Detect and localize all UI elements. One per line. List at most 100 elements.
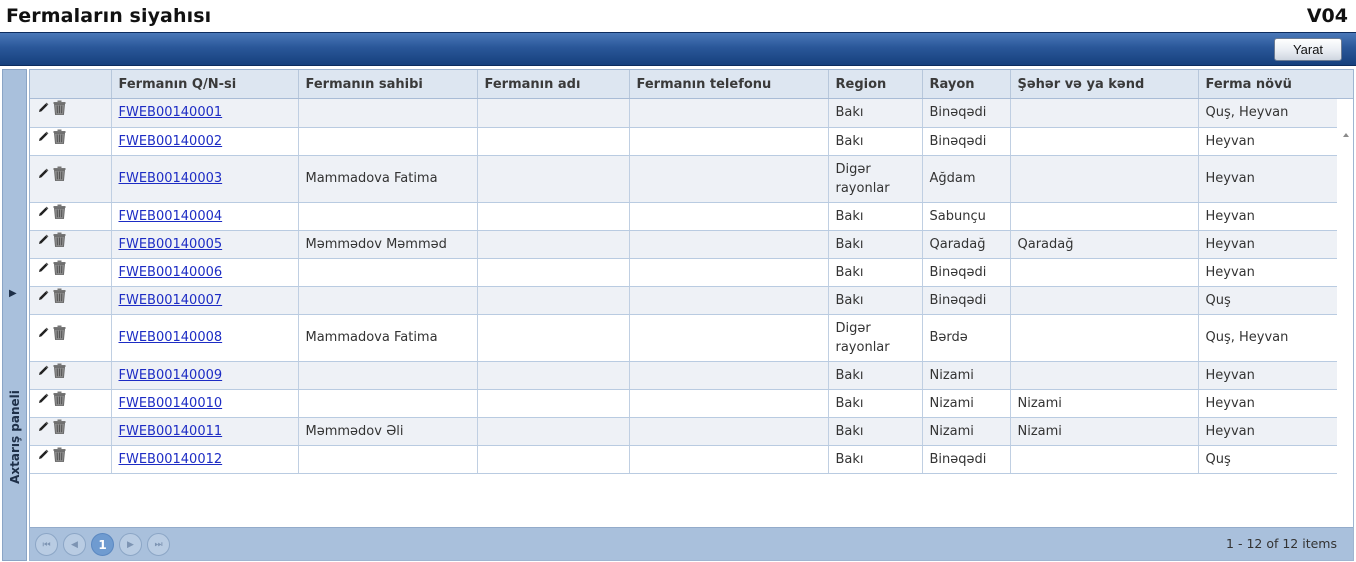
table-row: FWEB00140010 Bakı Nizami Nizami Heyvan	[30, 389, 1337, 418]
qn-cell: FWEB00140011	[110, 417, 298, 446]
farm-qn-link[interactable]: FWEB00140004	[119, 209, 223, 224]
first-page-icon: ⏮	[42, 539, 51, 550]
settlement-cell	[1009, 314, 1198, 362]
settlement-cell	[1009, 258, 1198, 287]
table-row: FWEB00140003 Mammadova Fatima Digər rayonl…	[30, 155, 1337, 203]
edit-icon[interactable]	[38, 131, 49, 142]
farm-qn-link[interactable]: FWEB00140012	[119, 452, 223, 467]
region-cell: Bakı	[827, 361, 922, 390]
settlement-cell: Nizami	[1009, 389, 1198, 418]
delete-icon[interactable]	[53, 363, 66, 378]
farm-qn-link[interactable]: FWEB00140010	[119, 396, 223, 411]
farm-qn-link[interactable]: FWEB00140008	[119, 330, 223, 345]
actions-cell	[30, 314, 111, 362]
create-button[interactable]: Yarat	[1274, 38, 1342, 61]
column-header[interactable]	[30, 70, 111, 98]
edit-icon[interactable]	[38, 102, 49, 113]
column-header[interactable]: Fermanın adı	[476, 70, 629, 98]
farm-name-cell	[476, 286, 629, 315]
owner-cell: Məmmədov Məmməd	[297, 230, 477, 259]
edit-icon[interactable]	[38, 234, 49, 245]
delete-icon[interactable]	[53, 325, 66, 340]
phone-cell	[628, 417, 828, 446]
edit-icon[interactable]	[38, 365, 49, 376]
farm-name-cell	[476, 417, 629, 446]
table-row: FWEB00140008 Mammadova Fatima Digər rayonl…	[30, 314, 1337, 362]
farm-qn-link[interactable]: FWEB00140005	[119, 237, 223, 252]
delete-icon[interactable]	[53, 288, 66, 303]
delete-icon[interactable]	[53, 260, 66, 275]
edit-icon[interactable]	[38, 168, 49, 179]
last-page-icon: ⏭	[154, 539, 163, 550]
edit-icon[interactable]	[38, 206, 49, 217]
rayon-cell: Binəqədi	[921, 258, 1010, 287]
delete-icon[interactable]	[53, 166, 66, 181]
column-header[interactable]: Region	[827, 70, 922, 98]
page-title: Fermaların siyahısı	[6, 5, 212, 27]
column-header[interactable]: Rayon	[921, 70, 1010, 98]
edit-icon[interactable]	[38, 327, 49, 338]
farm-qn-link[interactable]: FWEB00140007	[119, 293, 223, 308]
actions-cell	[30, 99, 111, 128]
rayon-cell: Binəqədi	[921, 445, 1010, 474]
delete-icon[interactable]	[53, 129, 66, 144]
farm-name-cell	[476, 127, 629, 156]
delete-icon[interactable]	[53, 100, 66, 116]
farm-qn-link[interactable]: FWEB00140003	[119, 171, 223, 186]
owner-cell	[297, 389, 477, 418]
delete-icon[interactable]	[53, 447, 66, 462]
farm-qn-link[interactable]: FWEB00140006	[119, 265, 223, 280]
last-page-button[interactable]: ⏭	[147, 533, 170, 556]
actions-cell	[30, 127, 111, 156]
scroll-up-arrow-icon[interactable]	[1343, 133, 1349, 137]
delete-icon[interactable]	[53, 232, 66, 247]
table-row: FWEB00140007 Bakı Binəqədi Quş	[30, 286, 1337, 315]
page-code: V04	[1306, 5, 1348, 27]
farm-qn-link[interactable]: FWEB00140002	[119, 134, 223, 149]
expand-arrow-icon: ▶	[9, 288, 17, 299]
column-header[interactable]: Fermanın telefonu	[628, 70, 828, 98]
rayon-cell: Qaradağ	[921, 230, 1010, 259]
settlement-cell	[1009, 445, 1198, 474]
farm-qn-link[interactable]: FWEB00140001	[119, 105, 223, 120]
actions-cell	[30, 230, 111, 259]
first-page-button[interactable]: ⏮	[35, 533, 58, 556]
farm-name-cell	[476, 230, 629, 259]
column-header[interactable]: Ferma növü	[1197, 70, 1353, 98]
region-cell: Bakı	[827, 127, 922, 156]
table-row: FWEB00140011 Məmmədov Əli Bakı Nizami Nizami…	[30, 417, 1337, 446]
column-header[interactable]: Fermanın sahibi	[297, 70, 477, 98]
edit-icon[interactable]	[38, 262, 49, 273]
farm-name-cell	[476, 445, 629, 474]
delete-icon[interactable]	[53, 391, 66, 406]
farm-name-cell	[476, 155, 629, 203]
farm-qn-link[interactable]: FWEB00140009	[119, 368, 223, 383]
column-header[interactable]: Fermanın Q/N-si	[110, 70, 298, 98]
column-header[interactable]: Şəhər və ya kənd	[1009, 70, 1198, 98]
qn-cell: FWEB00140008	[110, 314, 298, 362]
edit-icon[interactable]	[38, 421, 49, 432]
table-row: FWEB00140004 Bakı Sabunçu Heyvan	[30, 202, 1337, 231]
delete-icon[interactable]	[53, 204, 66, 219]
search-panel-toggle[interactable]: ▶ Axtarış paneli	[2, 69, 27, 561]
owner-cell: Mammadova Fatima	[297, 314, 477, 362]
farm-qn-link[interactable]: FWEB00140011	[119, 424, 223, 439]
settlement-cell	[1009, 99, 1198, 128]
edit-icon[interactable]	[38, 449, 49, 460]
rayon-cell: Bərdə	[921, 314, 1010, 362]
region-cell: Bakı	[827, 258, 922, 287]
edit-icon[interactable]	[38, 290, 49, 301]
actions-cell	[30, 389, 111, 418]
prev-page-button[interactable]: ◀	[63, 533, 86, 556]
current-page-button[interactable]: 1	[91, 533, 114, 556]
delete-icon[interactable]	[53, 419, 66, 434]
farm-type-cell: Heyvan	[1197, 361, 1337, 390]
farms-grid: Fermanın Q/N-si Fermanın sahibi Fermanın a…	[29, 69, 1354, 561]
table-row: FWEB00140001 Bakı Binəqədi Quş, Heyvan	[30, 99, 1337, 128]
farm-name-cell	[476, 258, 629, 287]
phone-cell	[628, 314, 828, 362]
pager-info: 1 - 12 of 12 items	[1226, 536, 1337, 551]
next-page-button[interactable]: ▶	[119, 533, 142, 556]
phone-cell	[628, 286, 828, 315]
edit-icon[interactable]	[38, 393, 49, 404]
